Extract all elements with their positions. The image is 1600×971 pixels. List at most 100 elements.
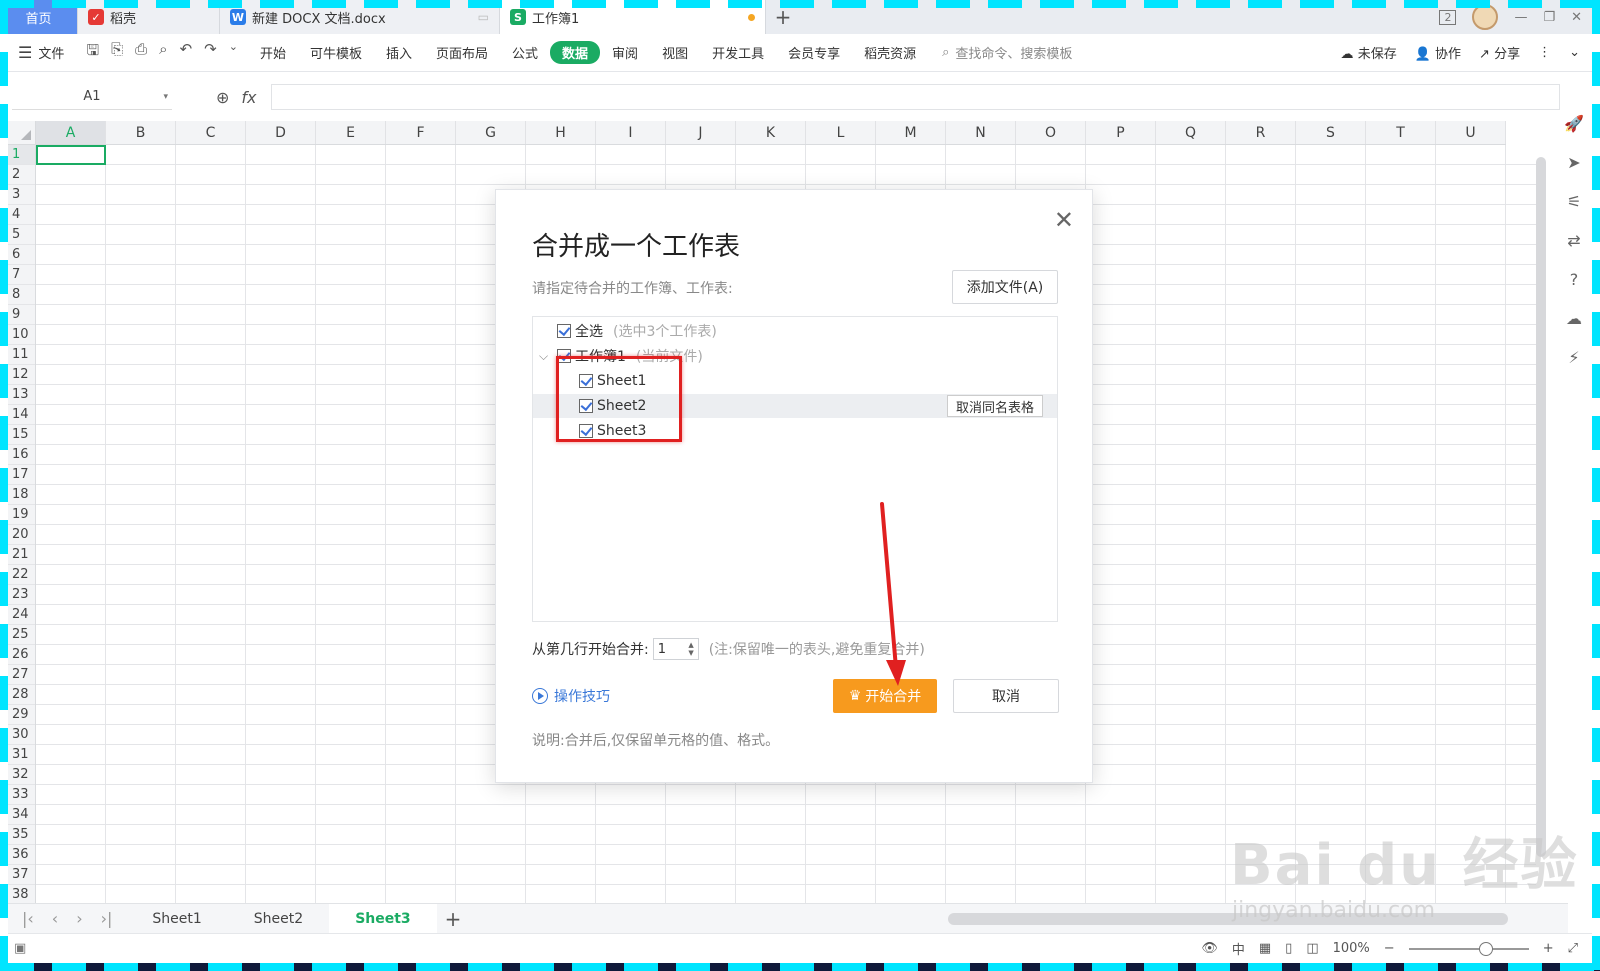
row-header[interactable]: 21 bbox=[8, 545, 35, 565]
cancel-button[interactable]: 取消 bbox=[953, 679, 1059, 713]
add-sheet-button[interactable]: + bbox=[437, 907, 470, 931]
prev-sheet-icon[interactable]: ‹ bbox=[52, 909, 58, 928]
zoom-level[interactable]: 100% bbox=[1333, 941, 1370, 956]
print-icon[interactable]: ⎙ bbox=[135, 40, 147, 65]
row-header[interactable]: 13 bbox=[8, 385, 35, 405]
tab-formulas[interactable]: 公式 bbox=[500, 43, 550, 62]
window-count-badge[interactable]: 2 bbox=[1439, 9, 1457, 25]
row-header[interactable]: 24 bbox=[8, 605, 35, 625]
row-header[interactable]: 33 bbox=[8, 785, 35, 805]
active-cell[interactable] bbox=[36, 145, 106, 165]
row-header[interactable]: 26 bbox=[8, 645, 35, 665]
zoom-in-icon[interactable]: + bbox=[1543, 941, 1554, 956]
rocket-icon[interactable]: 🚀 bbox=[1564, 114, 1584, 133]
row-header[interactable]: 15 bbox=[8, 425, 35, 445]
tab-view[interactable]: 视图 bbox=[650, 43, 700, 62]
tab-developer[interactable]: 开发工具 bbox=[700, 43, 776, 62]
collapse-ribbon-icon[interactable]: ⌄ bbox=[1569, 45, 1580, 60]
formula-input[interactable] bbox=[270, 84, 1560, 110]
row-header[interactable]: 28 bbox=[8, 685, 35, 705]
column-header[interactable]: C bbox=[176, 121, 246, 144]
row-header[interactable]: 11 bbox=[8, 345, 35, 365]
export-icon[interactable]: ⎘ bbox=[111, 40, 123, 65]
row-header[interactable]: 34 bbox=[8, 805, 35, 825]
tips-link[interactable]: 操作技巧 bbox=[532, 686, 610, 706]
row-header[interactable]: 38 bbox=[8, 885, 35, 903]
row-header[interactable]: 12 bbox=[8, 365, 35, 385]
column-header[interactable]: S bbox=[1296, 121, 1366, 144]
fullscreen-icon[interactable]: ⤢ bbox=[1568, 941, 1578, 956]
column-header[interactable]: A bbox=[36, 121, 106, 144]
row-header[interactable]: 8 bbox=[8, 285, 35, 305]
backup-icon[interactable]: ☁ bbox=[1566, 309, 1582, 328]
row-header[interactable]: 14 bbox=[8, 405, 35, 425]
zoom-slider[interactable] bbox=[1408, 941, 1529, 956]
row-header[interactable]: 9 bbox=[8, 305, 35, 325]
eye-protect-icon[interactable]: 👁 bbox=[1201, 941, 1218, 956]
page-break-view-icon[interactable]: ◫ bbox=[1306, 941, 1318, 956]
vertical-scrollbar[interactable] bbox=[1532, 121, 1550, 901]
minimize-icon[interactable]: — bbox=[1514, 10, 1527, 25]
tab-start[interactable]: 开始 bbox=[248, 43, 298, 62]
column-header[interactable]: T bbox=[1366, 121, 1436, 144]
column-header[interactable]: U bbox=[1436, 121, 1506, 144]
sheet-tab-sheet3[interactable]: Sheet3 bbox=[329, 903, 437, 934]
row-header[interactable]: 1 bbox=[8, 145, 35, 165]
select-all-row[interactable]: 全选 (选中3个工作表) bbox=[533, 319, 1057, 343]
column-header[interactable]: K bbox=[736, 121, 806, 144]
close-window-icon[interactable]: ✕ bbox=[1571, 10, 1582, 25]
start-row-stepper[interactable]: 1 ▲ ▼ bbox=[652, 638, 699, 660]
row-header[interactable]: 35 bbox=[8, 825, 35, 845]
row-header[interactable]: 4 bbox=[8, 205, 35, 225]
column-header[interactable]: N bbox=[946, 121, 1016, 144]
column-header[interactable]: R bbox=[1226, 121, 1296, 144]
more-icon[interactable]: ⋮ bbox=[1538, 45, 1551, 60]
name-box[interactable]: A1 ▾ bbox=[12, 84, 172, 110]
column-header[interactable]: O bbox=[1016, 121, 1086, 144]
preview-icon[interactable]: ⌕ bbox=[159, 40, 167, 65]
row-header[interactable]: 36 bbox=[8, 845, 35, 865]
row-header[interactable]: 31 bbox=[8, 745, 35, 765]
row-header[interactable]: 20 bbox=[8, 525, 35, 545]
cursor-icon[interactable]: ➤ bbox=[1567, 153, 1580, 172]
select-all-checkbox[interactable] bbox=[557, 324, 571, 338]
tab-data[interactable]: 数据 bbox=[550, 41, 601, 64]
select-all-corner[interactable] bbox=[8, 121, 36, 145]
row-header[interactable]: 5 bbox=[8, 225, 35, 245]
row-header[interactable]: 10 bbox=[8, 325, 35, 345]
row-header[interactable]: 7 bbox=[8, 265, 35, 285]
zoom-out-icon[interactable]: − bbox=[1384, 941, 1395, 956]
column-header[interactable]: I bbox=[596, 121, 666, 144]
row-header[interactable]: 37 bbox=[8, 865, 35, 885]
tab-insert[interactable]: 插入 bbox=[374, 43, 424, 62]
input-mode[interactable]: 中 bbox=[1232, 939, 1245, 958]
row-header[interactable]: 22 bbox=[8, 565, 35, 585]
next-sheet-icon[interactable]: › bbox=[76, 909, 82, 928]
row-header[interactable]: 19 bbox=[8, 505, 35, 525]
column-header[interactable]: B bbox=[106, 121, 176, 144]
row-header[interactable]: 6 bbox=[8, 245, 35, 265]
column-header[interactable]: J bbox=[666, 121, 736, 144]
customize-dropdown-icon[interactable]: ⌄ bbox=[229, 40, 238, 65]
column-header[interactable]: D bbox=[246, 121, 316, 144]
file-menu[interactable]: 文件 bbox=[32, 43, 76, 62]
row-header[interactable]: 30 bbox=[8, 725, 35, 745]
unsaved-status[interactable]: ☁ 未保存 bbox=[1341, 43, 1397, 62]
column-header[interactable]: L bbox=[806, 121, 876, 144]
undo-icon[interactable]: ↶ bbox=[180, 40, 193, 65]
column-header[interactable]: P bbox=[1086, 121, 1156, 144]
tab-review[interactable]: 审阅 bbox=[600, 43, 650, 62]
cancel-same-name-button[interactable]: 取消同名表格 bbox=[946, 395, 1043, 417]
share-button[interactable]: ↗ 分享 bbox=[1479, 43, 1520, 62]
column-header[interactable]: Q bbox=[1156, 121, 1226, 144]
adjust-icon[interactable]: ⚟ bbox=[1567, 192, 1581, 211]
chevron-down-icon[interactable]: ⌵ bbox=[539, 349, 557, 364]
close-icon[interactable]: ✕ bbox=[1054, 206, 1074, 234]
column-header[interactable]: F bbox=[386, 121, 456, 144]
row-header[interactable]: 18 bbox=[8, 485, 35, 505]
redo-icon[interactable]: ↷ bbox=[204, 40, 217, 65]
column-header[interactable]: H bbox=[526, 121, 596, 144]
first-sheet-icon[interactable]: |‹ bbox=[22, 909, 34, 928]
column-header[interactable]: E bbox=[316, 121, 386, 144]
row-header[interactable]: 16 bbox=[8, 445, 35, 465]
